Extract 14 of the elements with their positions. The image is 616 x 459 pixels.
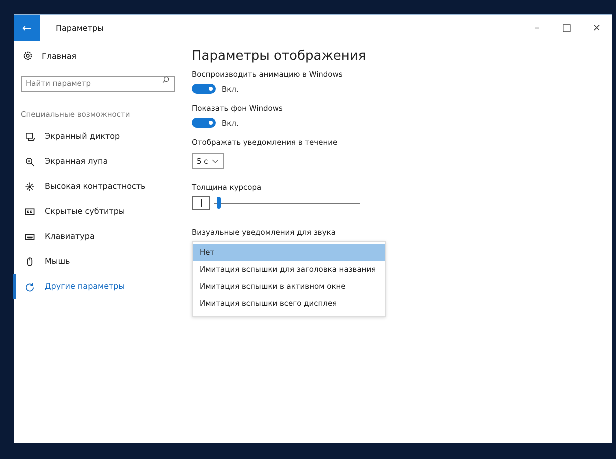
window-control[interactable]: × — [582, 15, 612, 41]
sidebar-item[interactable]: Высокая контрастность — [13, 174, 180, 199]
sidebar-item[interactable]: Экранный диктор — [13, 124, 180, 149]
sidebar-item[interactable]: Другие параметры — [13, 274, 180, 299]
sidebar-item[interactable]: Скрытые субтитры — [13, 199, 180, 224]
sidebar-item[interactable]: Клавиатура — [13, 224, 180, 249]
window-control[interactable]: □ — [552, 15, 582, 41]
window-control[interactable]: – — [522, 15, 552, 41]
page-heading: Параметры отображения — [192, 49, 368, 64]
back-button[interactable]: ← — [14, 15, 40, 41]
window-title: Параметры — [56, 24, 105, 32]
home-link[interactable]: Главная — [23, 51, 180, 61]
sidebar-item[interactable]: Мышь — [13, 249, 180, 274]
sidebar-item[interactable]: Экранная лупа — [13, 149, 180, 174]
